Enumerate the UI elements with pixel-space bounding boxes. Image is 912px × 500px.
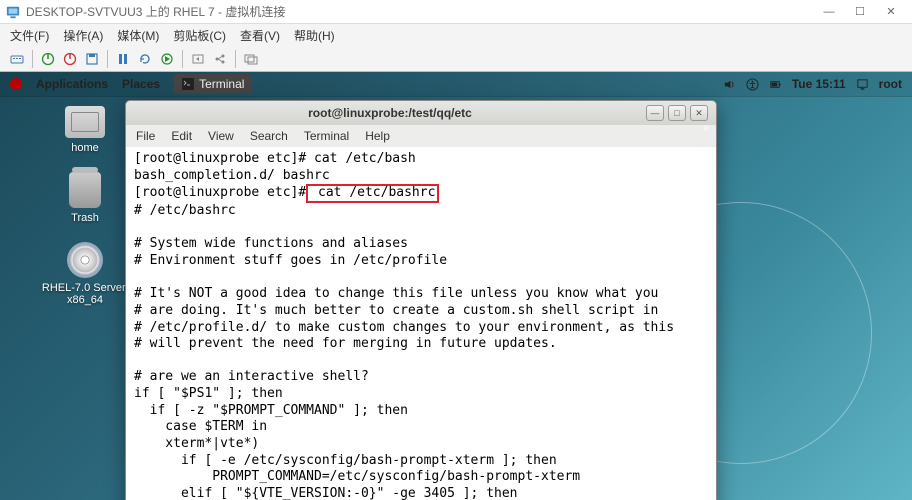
tb-pause-icon[interactable] [114, 50, 132, 68]
output-block2: # It's NOT a good idea to change this fi… [134, 286, 674, 351]
cmd-highlighted: cat /etc/bashrc [306, 184, 439, 203]
term-menu-view[interactable]: View [208, 129, 234, 143]
terminal-output[interactable]: [root@linuxprobe etc]# cat /etc/bash bas… [126, 147, 716, 500]
vm-menu-help[interactable]: 帮助(H) [294, 27, 335, 44]
vm-menubar: 文件(F) 操作(A) 媒体(M) 剪贴板(C) 查看(V) 帮助(H) [0, 24, 912, 46]
dvd-icon [67, 242, 103, 278]
desktop-disc-icon[interactable]: RHEL-7.0 Server. x86_64 [40, 242, 130, 306]
output-block1: # System wide functions and aliases # En… [134, 236, 447, 268]
gnome-top-panel: Applications Places Terminal Tue 15:11 r… [0, 72, 912, 97]
tb-shutdown-icon[interactable] [61, 50, 79, 68]
vm-menu-view[interactable]: 查看(V) [240, 27, 280, 44]
vm-close-button[interactable]: ✕ [876, 1, 906, 23]
panel-clock[interactable]: Tue 15:11 [792, 77, 846, 91]
line-completion: bash_completion.d/ bashrc [134, 168, 330, 183]
tb-save-icon[interactable] [83, 50, 101, 68]
terminal-icon [182, 78, 194, 90]
term-menu-file[interactable]: File [136, 129, 155, 143]
terminal-minimize-button[interactable]: — [646, 105, 664, 121]
toolbar-separator [182, 50, 183, 68]
vm-menu-action[interactable]: 操作(A) [63, 27, 103, 44]
prompt-1: [root@linuxprobe etc]# [134, 151, 306, 166]
redhat-icon [10, 78, 22, 90]
vm-window-titlebar: DESKTOP-SVTVUU3 上的 RHEL 7 - 虚拟机连接 — ☐ ✕ [0, 0, 912, 24]
term-menu-search[interactable]: Search [250, 129, 288, 143]
cmd-1: cat /etc/bash [306, 151, 416, 166]
vm-window-title: DESKTOP-SVTVUU3 上的 RHEL 7 - 虚拟机连接 [26, 3, 814, 20]
terminal-window: root@linuxprobe:/test/qq/etc — □ ✕ File … [125, 100, 717, 500]
terminal-titlebar[interactable]: root@linuxprobe:/test/qq/etc — □ ✕ [126, 101, 716, 125]
desktop-disc-label: RHEL-7.0 Server. x86_64 [40, 282, 130, 306]
term-menu-help[interactable]: Help [365, 129, 390, 143]
terminal-close-button[interactable]: ✕ [690, 105, 708, 121]
power-icon[interactable] [856, 78, 869, 91]
terminal-window-controls: — □ ✕ [646, 105, 708, 121]
terminal-maximize-button[interactable]: □ [668, 105, 686, 121]
desktop-home-icon[interactable]: home [40, 106, 130, 154]
tb-checkpoint-icon[interactable] [158, 50, 176, 68]
volume-icon[interactable] [723, 78, 736, 91]
vm-menu-file[interactable]: 文件(F) [10, 27, 49, 44]
tb-reset-icon[interactable] [136, 50, 154, 68]
tb-enhanced-icon[interactable] [242, 50, 260, 68]
tb-share-icon[interactable] [211, 50, 229, 68]
prompt-2: [root@linuxprobe etc]# [134, 185, 306, 200]
tb-ctrlaltdel-icon[interactable] [8, 50, 26, 68]
vm-window-controls: — ☐ ✕ [814, 1, 906, 23]
accessibility-icon[interactable] [746, 78, 759, 91]
term-menu-edit[interactable]: Edit [171, 129, 192, 143]
output-header: # /etc/bashrc [134, 203, 236, 218]
desktop-icons-area: home Trash RHEL-7.0 Server. x86_64 [40, 106, 130, 306]
home-folder-icon [65, 106, 105, 138]
output-block3: # are we an interactive shell? if [ "$PS… [134, 369, 760, 500]
desktop-home-label: home [71, 142, 99, 154]
terminal-menubar: File Edit View Search Terminal Help [126, 125, 716, 147]
trash-icon [69, 172, 101, 208]
toolbar-separator [107, 50, 108, 68]
toolbar-separator [235, 50, 236, 68]
desktop-trash-icon[interactable]: Trash [40, 172, 130, 224]
toolbar-separator [32, 50, 33, 68]
panel-active-label: Terminal [199, 77, 244, 91]
terminal-title-text: root@linuxprobe:/test/qq/etc [134, 106, 646, 120]
desktop-trash-label: Trash [71, 212, 99, 224]
tb-revert-icon[interactable] [189, 50, 207, 68]
battery-icon[interactable] [769, 78, 782, 91]
panel-active-app[interactable]: Terminal [174, 74, 252, 94]
gnome-desktop[interactable]: Applications Places Terminal Tue 15:11 r… [0, 72, 912, 500]
vm-menu-clipboard[interactable]: 剪贴板(C) [173, 27, 226, 44]
panel-applications[interactable]: Applications [36, 77, 108, 91]
tb-start-icon[interactable] [39, 50, 57, 68]
vm-toolbar [0, 46, 912, 72]
vm-app-icon [6, 5, 20, 19]
panel-places[interactable]: Places [122, 77, 160, 91]
vm-maximize-button[interactable]: ☐ [845, 1, 875, 23]
term-menu-terminal[interactable]: Terminal [304, 129, 349, 143]
panel-user[interactable]: root [879, 77, 902, 91]
vm-menu-media[interactable]: 媒体(M) [117, 27, 159, 44]
vm-minimize-button[interactable]: — [814, 1, 844, 23]
